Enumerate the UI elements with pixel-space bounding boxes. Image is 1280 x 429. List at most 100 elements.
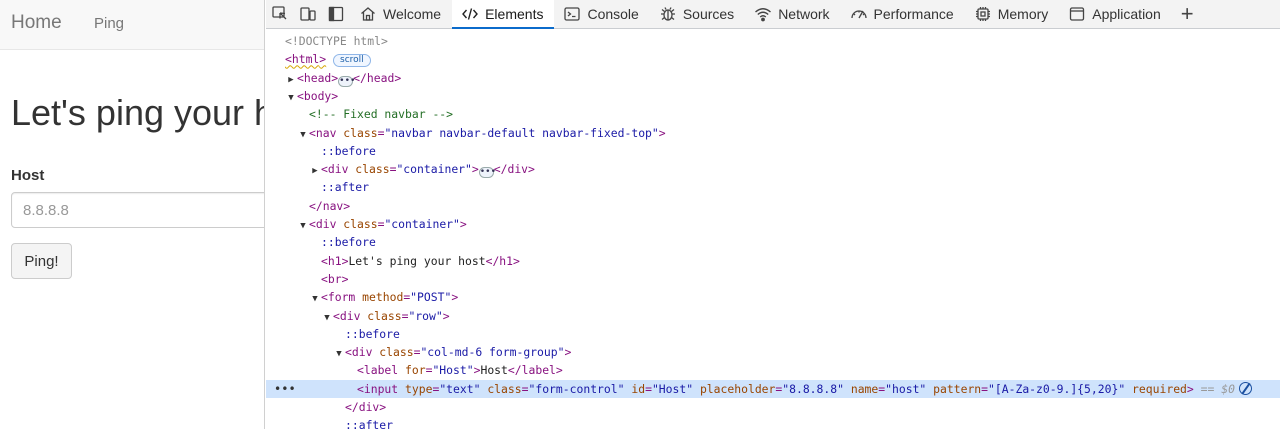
- navbar: Home Ping: [0, 0, 264, 50]
- tag-name: head: [303, 70, 332, 85]
- tag-name: div: [358, 400, 380, 414]
- tab-sources[interactable]: Sources: [650, 0, 745, 28]
- dom-node-pseudo-before[interactable]: ::before: [266, 142, 1280, 160]
- inspect-element-icon[interactable]: [266, 0, 294, 28]
- tab-label: Network: [778, 6, 830, 22]
- attr-value: "col-md-6 form-group": [420, 345, 565, 360]
- doctype-text: <!DOCTYPE html>: [285, 34, 388, 48]
- dom-tree: <!DOCTYPE html> <html> scroll ▶ <head>•••…: [266, 29, 1280, 429]
- tab-console[interactable]: Console: [554, 0, 649, 28]
- dom-node-div-col[interactable]: ▼ <div class="col-md-6 form-group">: [266, 343, 1280, 361]
- dom-node-doctype[interactable]: <!DOCTYPE html>: [266, 32, 1280, 50]
- dom-node-comment[interactable]: <!-- Fixed navbar -->: [266, 105, 1280, 123]
- attr-name: required: [1132, 381, 1187, 396]
- tag-name: div: [327, 162, 349, 177]
- chip-icon: [975, 7, 990, 21]
- ping-button[interactable]: Ping!: [11, 243, 72, 279]
- pseudo-text: ::after: [321, 180, 370, 195]
- node-text: Let's ping your host: [348, 253, 486, 268]
- wifi-icon: [755, 8, 772, 22]
- dom-node-div-container[interactable]: ▼ <div class="container">: [266, 215, 1280, 233]
- console-icon: [564, 7, 581, 21]
- bug-icon: [660, 7, 675, 21]
- tab-label: Console: [587, 6, 639, 22]
- device-emulation-icon[interactable]: [294, 0, 322, 28]
- code-icon: [462, 8, 479, 20]
- pseudo-text: ::before: [321, 143, 376, 158]
- nav-ping-link[interactable]: Ping: [94, 15, 124, 32]
- add-tab-plus-icon[interactable]: +: [1172, 0, 1203, 28]
- dom-node-nav-close[interactable]: </nav>: [266, 197, 1280, 215]
- ellipsis-icon[interactable]: •••: [338, 75, 355, 87]
- dom-node-h1[interactable]: <h1>Let's ping your host</h1>: [266, 252, 1280, 270]
- tab-label: Elements: [485, 6, 544, 22]
- dom-node-head[interactable]: ▶ <head>•••</head>: [266, 69, 1280, 87]
- gauge-icon: [850, 10, 867, 19]
- dom-node-div-close[interactable]: </div>: [266, 398, 1280, 416]
- tab-label: Welcome: [383, 6, 442, 22]
- tab-network[interactable]: Network: [745, 0, 840, 28]
- attr-value: "navbar navbar-default navbar-fixed-top": [384, 125, 659, 140]
- dom-node-div-row[interactable]: ▼ <div class="row">: [266, 307, 1280, 325]
- tag-name: head: [366, 70, 395, 85]
- dom-node-form[interactable]: ▼ <form method="POST">: [266, 288, 1280, 306]
- tab-label: Memory: [997, 6, 1049, 22]
- nav-home-link[interactable]: Home: [11, 12, 62, 34]
- app-window-icon: [1070, 7, 1085, 21]
- attr-value: "row": [408, 308, 443, 323]
- pseudo-text: ::before: [321, 235, 376, 250]
- tab-label: Application: [1092, 6, 1161, 22]
- attr-value: "Host": [651, 381, 694, 396]
- dom-node-br[interactable]: <br>: [266, 270, 1280, 288]
- tag-name: div: [351, 345, 373, 360]
- home-icon: [361, 7, 375, 21]
- dom-node-pseudo-after[interactable]: ::after: [266, 416, 1280, 429]
- dom-node-pseudo-after[interactable]: ::after: [266, 178, 1280, 196]
- accessibility-circle-icon[interactable]: [1238, 381, 1252, 395]
- tag-name: div: [315, 217, 337, 231]
- tab-welcome[interactable]: Welcome: [350, 0, 452, 28]
- attr-value: "8.8.8.8": [782, 381, 844, 396]
- attr-value: "host": [885, 381, 927, 396]
- tag-name: body: [303, 88, 332, 103]
- tab-elements[interactable]: Elements: [452, 0, 555, 29]
- tag-name: nav: [322, 198, 344, 213]
- attr-value: "Host": [432, 363, 474, 378]
- page-title: Let's ping your host: [11, 92, 264, 133]
- attr-value: "[A-Za-z0-9.]{5,20}": [988, 381, 1126, 396]
- tag-name: br: [327, 271, 342, 286]
- pseudo-text: ::after: [345, 418, 394, 429]
- tab-label: Performance: [873, 6, 954, 22]
- ellipsis-icon[interactable]: •••: [478, 167, 496, 179]
- host-label: Host: [11, 167, 45, 184]
- tag-name: div: [507, 162, 529, 177]
- more-options-icon[interactable]: •••: [274, 380, 296, 398]
- tab-label: Sources: [682, 6, 735, 22]
- dom-node-html[interactable]: <html> scroll: [266, 50, 1280, 68]
- dom-node-input-selected[interactable]: ••• <input type="text" class="form-contro…: [266, 379, 1280, 398]
- pseudo-text: ::before: [345, 326, 400, 341]
- dock-side-icon[interactable]: [322, 0, 350, 28]
- tab-memory[interactable]: Memory: [965, 0, 1060, 28]
- attr-value: "container": [396, 162, 472, 177]
- node-text: Host: [480, 363, 508, 378]
- dom-node-pseudo-before[interactable]: ::before: [266, 325, 1280, 343]
- host-input[interactable]: [11, 192, 264, 228]
- dom-node-nav[interactable]: ▼ <nav class="navbar navbar-default navba…: [266, 124, 1280, 142]
- tab-application[interactable]: Application: [1059, 0, 1172, 28]
- attr-value: "form-control": [528, 381, 625, 396]
- comment-text: <!-- Fixed navbar -->: [309, 107, 454, 122]
- selected-marker: == $0: [1200, 381, 1235, 396]
- tag-name: div: [339, 308, 361, 323]
- dom-node-label[interactable]: <label for="Host">Host</label>: [266, 361, 1280, 379]
- scroll-badge[interactable]: scroll: [333, 54, 371, 68]
- dom-node-div-container[interactable]: ▶ <div class="container">•••</div>: [266, 160, 1280, 179]
- devtools-toolbar: Welcome Elements Console Sources Network…: [266, 0, 1280, 29]
- devtools-panel: Welcome Elements Console Sources Network…: [266, 0, 1280, 429]
- tag-name: form: [327, 290, 356, 305]
- attr-value: "container": [384, 217, 460, 231]
- dom-node-body[interactable]: ▼ <body>: [266, 87, 1280, 105]
- dom-node-pseudo-before[interactable]: ::before: [266, 233, 1280, 251]
- tag-name: html: [291, 52, 320, 67]
- tab-performance[interactable]: Performance: [841, 0, 965, 28]
